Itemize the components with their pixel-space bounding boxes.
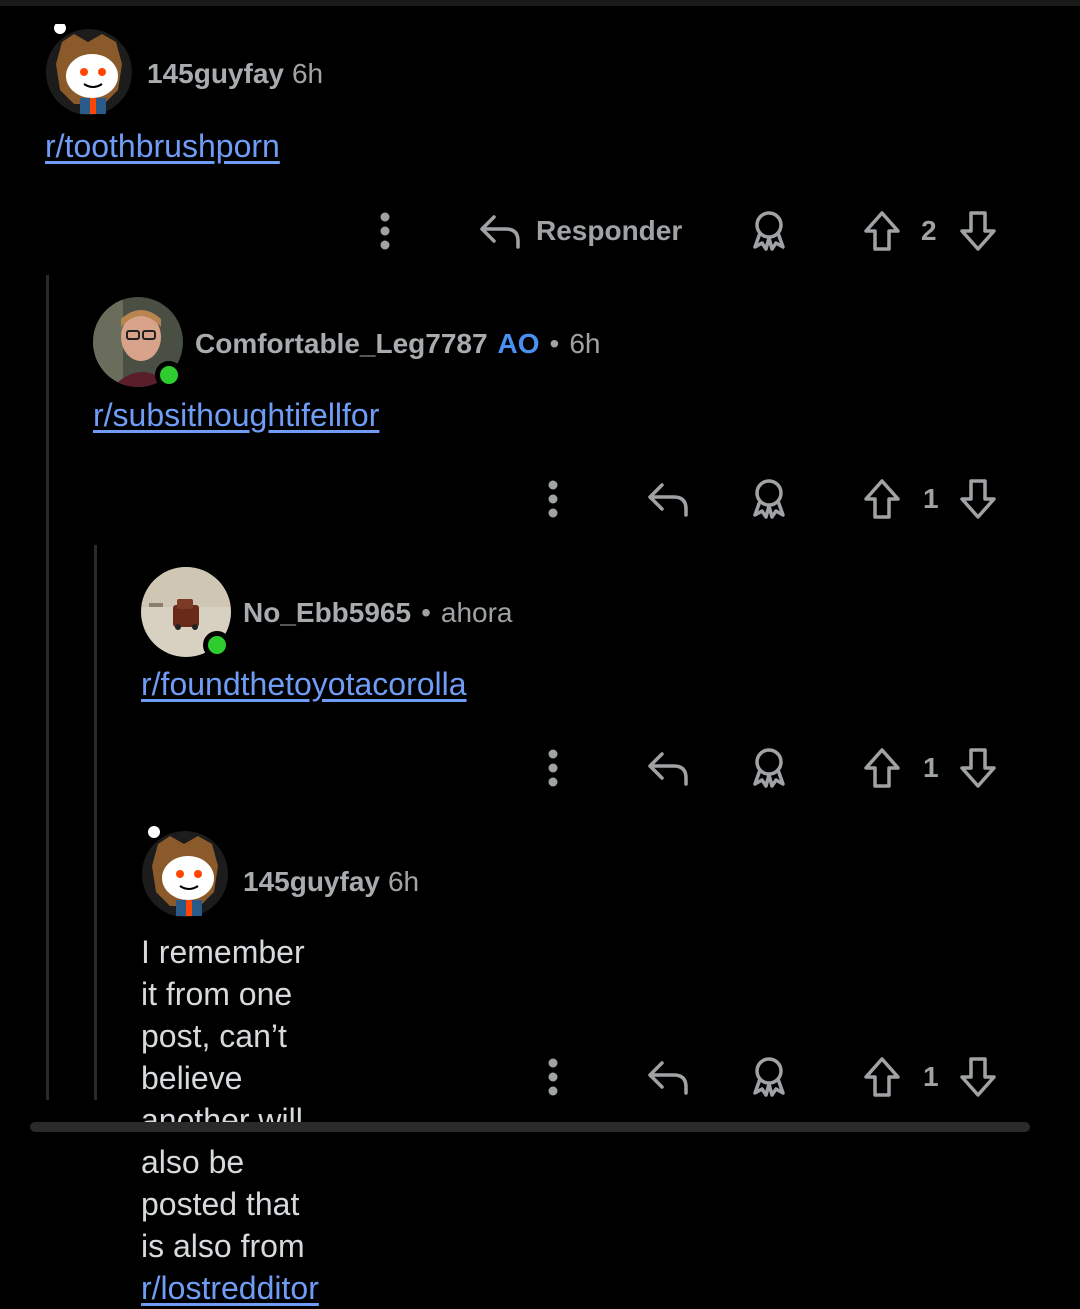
comment-text-prefix: also be posted that is also from <box>141 1144 305 1264</box>
award-button[interactable] <box>746 1052 792 1102</box>
more-options-button[interactable] <box>538 743 568 793</box>
vote-count: 1 <box>923 483 939 514</box>
vote-count: 1 <box>923 1061 939 1092</box>
more-options-icon <box>548 480 558 518</box>
separator: • <box>421 597 431 628</box>
top-bar <box>0 0 1080 6</box>
award-icon <box>753 479 785 519</box>
subreddit-link[interactable]: r/foundthetoyotacorolla <box>141 666 467 702</box>
timestamp: 6h <box>569 328 601 359</box>
award-icon <box>753 748 785 788</box>
timestamp: ahora <box>440 597 513 628</box>
reply-icon <box>648 483 688 517</box>
downvote-button[interactable] <box>956 474 1000 524</box>
subreddit-link[interactable]: r/subsithoughtifellfor <box>93 397 379 433</box>
thread-line-level-1[interactable] <box>46 275 49 1100</box>
upvote-button[interactable] <box>860 206 904 256</box>
more-options-button[interactable] <box>538 1052 568 1102</box>
owl-snoo-avatar-icon <box>46 24 132 115</box>
upvote-icon <box>864 1057 900 1097</box>
award-button[interactable] <box>746 743 792 793</box>
comment-meta: No_Ebb5965 • ahora <box>243 597 513 629</box>
timestamp: 6h <box>387 866 420 897</box>
avatar[interactable] <box>44 24 132 115</box>
downvote-button[interactable] <box>956 1052 1000 1102</box>
upvote-icon <box>864 211 900 251</box>
reply-label: Responder <box>536 215 683 246</box>
comment-text-line-1: I remember it from one post, can’t belie… <box>141 934 305 1138</box>
owl-snoo-avatar-icon <box>142 826 228 917</box>
downvote-icon <box>960 1057 996 1097</box>
more-options-button[interactable] <box>370 206 400 256</box>
username[interactable]: 145guyfay <box>243 866 380 897</box>
vote-count: 1 <box>923 752 939 783</box>
downvote-button[interactable] <box>956 206 1000 256</box>
more-options-button[interactable] <box>538 474 568 524</box>
upvote-icon <box>864 479 900 519</box>
comment-meta: 145guyfay 6h <box>243 866 419 898</box>
subreddit-link[interactable]: r/toothbrushporn <box>45 128 280 164</box>
more-options-icon <box>548 1058 558 1096</box>
downvote-icon <box>960 748 996 788</box>
reply-icon <box>480 215 520 249</box>
comment-actions: Responder 2 <box>0 206 1080 256</box>
comment-actions: 1 <box>0 474 1080 524</box>
comment-meta: 145guyfay 6h <box>147 58 323 90</box>
username[interactable]: No_Ebb5965 <box>243 597 411 628</box>
award-icon <box>753 211 785 251</box>
username[interactable]: Comfortable_Leg7787 <box>195 328 488 359</box>
comment-body: r/foundthetoyotacorolla <box>141 663 467 705</box>
upvote-button[interactable] <box>860 1052 904 1102</box>
downvote-button[interactable] <box>956 743 1000 793</box>
timestamp: 6h <box>291 58 324 89</box>
comment-text-line-2: also be posted that is also from r/lostr… <box>141 1141 319 1309</box>
comment-body: I remember it from one post, can’t belie… <box>141 931 319 1309</box>
reply-button[interactable] <box>644 743 692 793</box>
more-options-icon <box>548 749 558 787</box>
comment-actions: 1 <box>0 743 1080 793</box>
separator: • <box>549 328 560 359</box>
comment-body: r/toothbrushporn <box>45 125 280 167</box>
reply-button[interactable] <box>644 1052 692 1102</box>
username[interactable]: 145guyfay <box>147 58 284 89</box>
award-button[interactable] <box>746 474 792 524</box>
online-status-indicator <box>203 631 231 659</box>
upvote-button[interactable] <box>860 474 904 524</box>
online-status-indicator <box>155 361 183 389</box>
reply-icon <box>648 1061 688 1095</box>
downvote-icon <box>960 479 996 519</box>
reply-icon <box>648 752 688 786</box>
bottom-scroll-indicator <box>30 1122 1030 1132</box>
comment-actions: 1 <box>0 1052 1080 1102</box>
reply-button[interactable]: Responder <box>478 206 698 256</box>
op-badge: AO <box>497 328 540 359</box>
avatar[interactable] <box>140 826 228 917</box>
award-button[interactable] <box>746 206 792 256</box>
downvote-icon <box>960 211 996 251</box>
upvote-button[interactable] <box>860 743 904 793</box>
comment-body: r/subsithoughtifellfor <box>93 394 379 436</box>
thread-line-level-2[interactable] <box>94 545 97 1100</box>
subreddit-link[interactable]: r/lostredditor <box>141 1270 319 1306</box>
upvote-icon <box>864 748 900 788</box>
comment-meta: Comfortable_Leg7787 AO • 6h <box>195 328 601 360</box>
vote-count: 2 <box>921 215 937 246</box>
reply-button[interactable] <box>644 474 692 524</box>
award-icon <box>753 1057 785 1097</box>
more-options-icon <box>380 212 390 250</box>
